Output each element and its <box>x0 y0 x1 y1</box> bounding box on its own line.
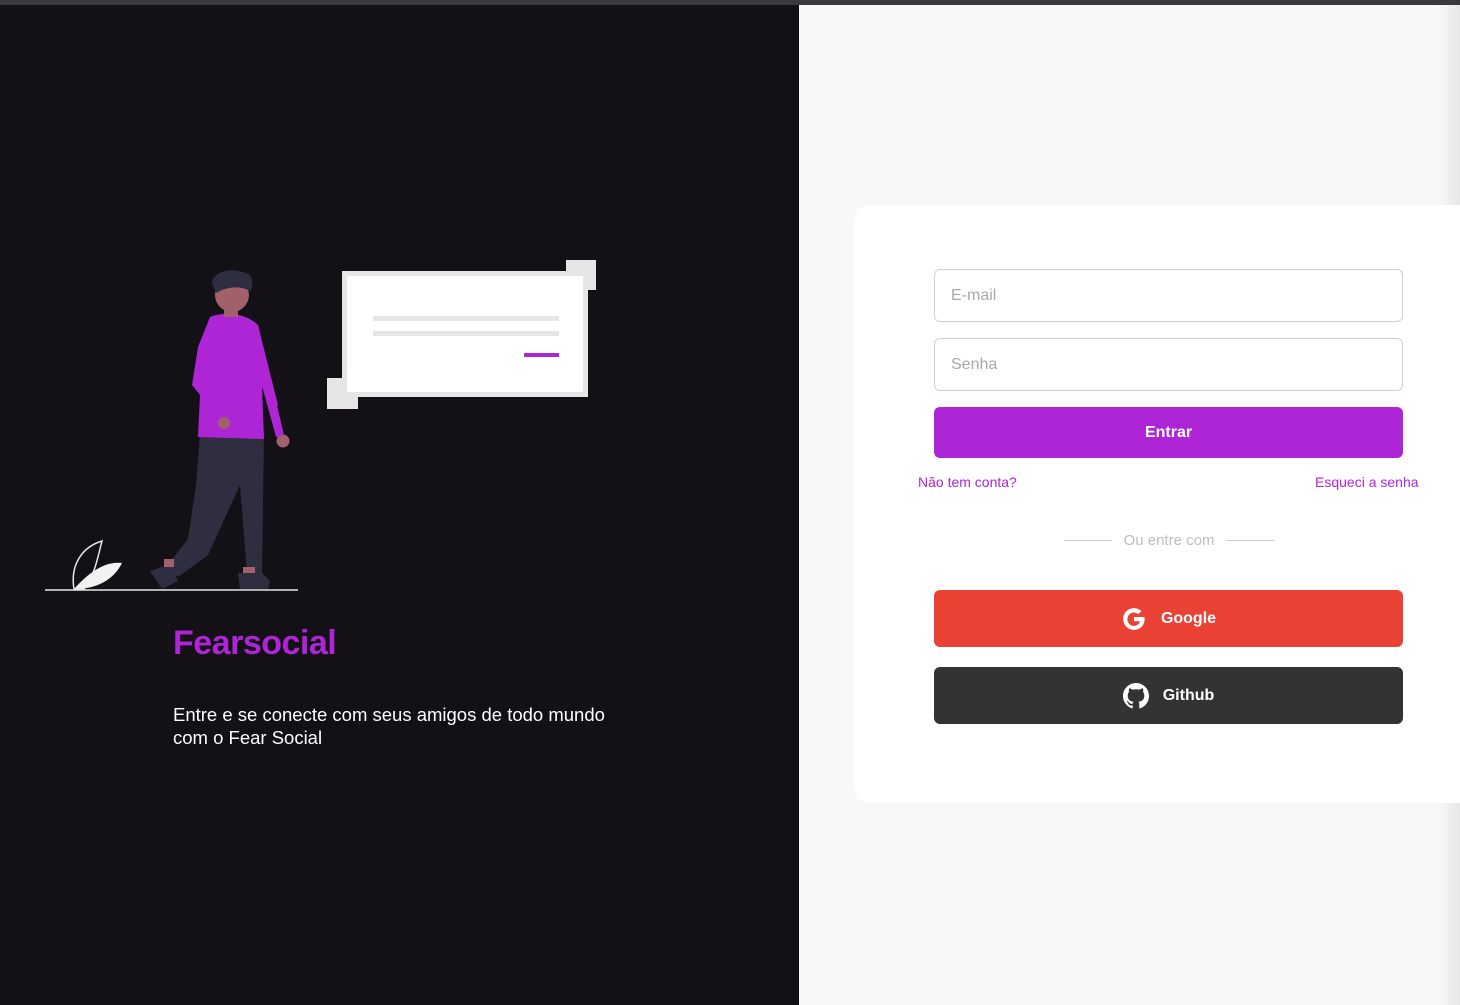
brand-description: Entre e se conecte com seus amigos de to… <box>173 704 605 748</box>
email-input[interactable] <box>934 269 1403 322</box>
google-icon <box>1121 606 1147 632</box>
github-icon <box>1122 682 1149 709</box>
google-button-label: Google <box>1160 609 1217 627</box>
divider-line-left <box>1064 539 1112 541</box>
signup-link[interactable]: Não tem conta? <box>918 474 1017 490</box>
github-login-button[interactable]: Github <box>934 667 1403 724</box>
person-illustration <box>45 260 596 591</box>
forgot-password-link[interactable]: Esqueci a senha <box>1315 474 1419 490</box>
divider-text: Ou entre com <box>1123 531 1215 549</box>
github-button-label: Github <box>1162 686 1215 704</box>
password-input[interactable] <box>934 338 1403 391</box>
social-divider: Ou entre com <box>1064 530 1274 550</box>
login-button-label: Entrar <box>1144 423 1193 441</box>
login-button[interactable]: Entrar <box>934 407 1403 458</box>
brand-title: Fearsocial <box>173 624 337 662</box>
divider-line-right <box>1226 539 1274 541</box>
google-login-button[interactable]: Google <box>934 590 1403 647</box>
